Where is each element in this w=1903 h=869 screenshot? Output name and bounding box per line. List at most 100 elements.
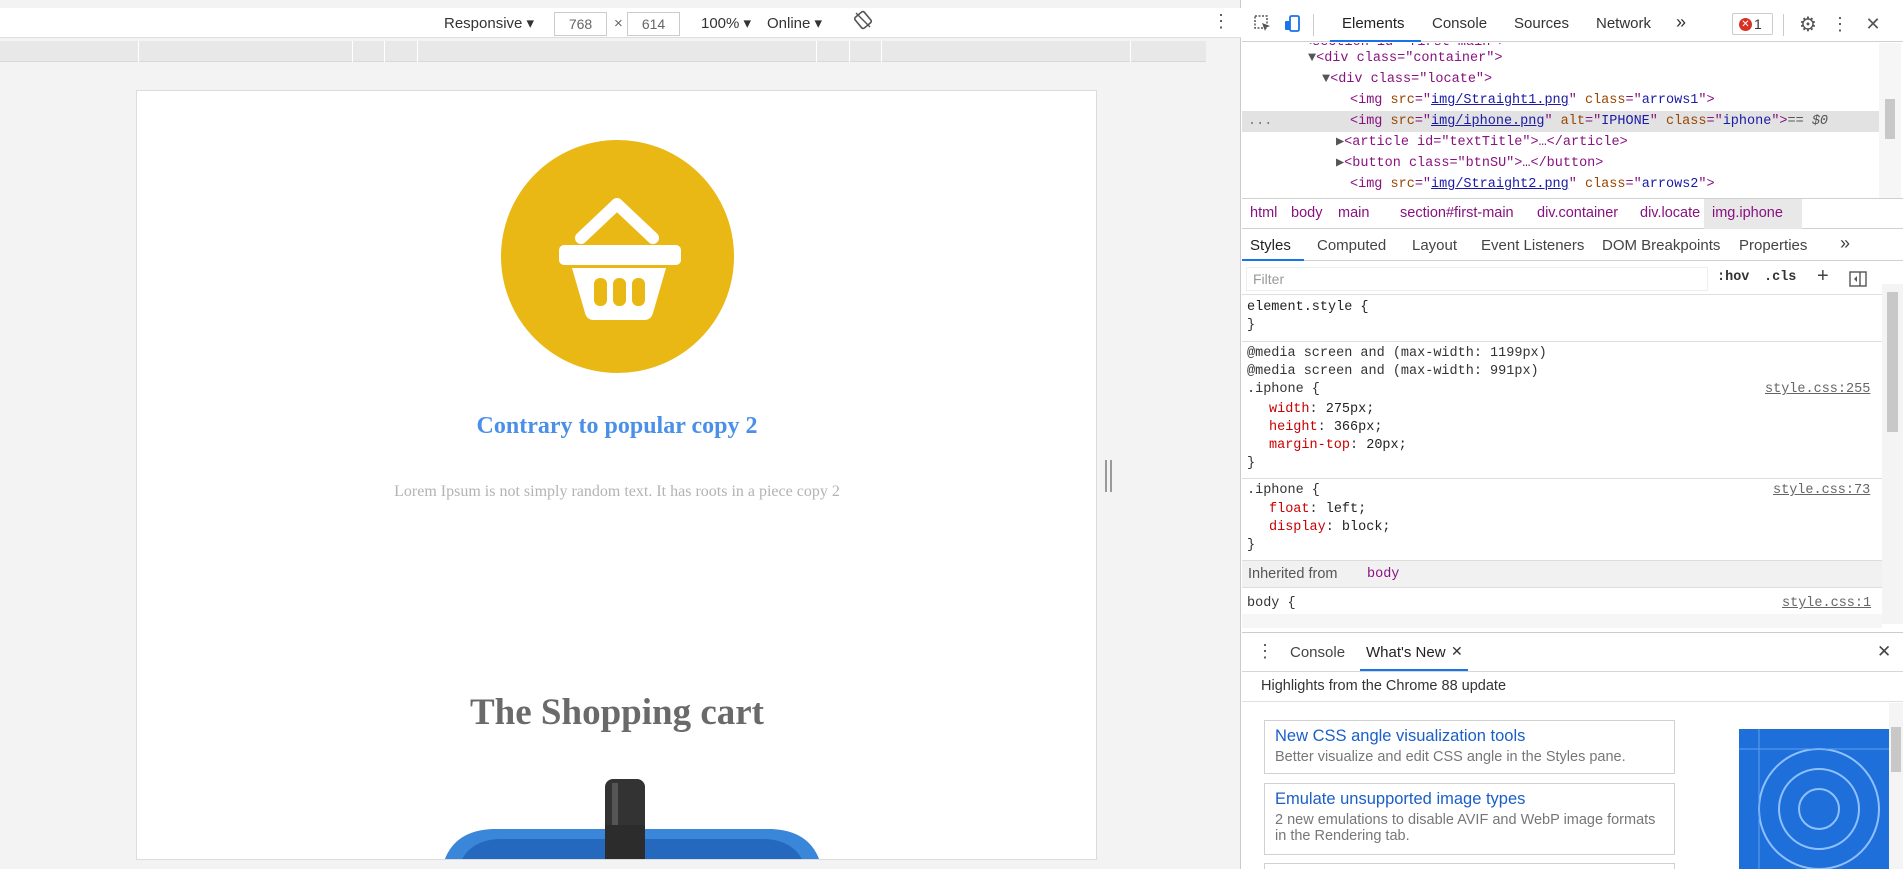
media-query-ruler[interactable] [0, 41, 1206, 62]
error-count: 1 [1754, 16, 1762, 32]
crumb-section[interactable]: section#first-main [1400, 205, 1514, 221]
devtools-tab-bar: Elements Console Sources Network » ✕ 1 ⚙… [1242, 8, 1903, 42]
basket-icon [559, 198, 681, 320]
card-next[interactable] [1264, 863, 1675, 869]
close-devtools-icon[interactable]: ✕ [1860, 11, 1886, 37]
cls-toggle[interactable]: .cls [1764, 270, 1796, 285]
drawer-tab-console[interactable]: Console [1290, 644, 1345, 661]
emulated-page-frame[interactable]: Contrary to popular copy 2 Lorem Ipsum i… [136, 90, 1097, 860]
dom-article-tag: <article id="textTitle">…</article> [1344, 135, 1628, 150]
crumb-body[interactable]: body [1291, 205, 1322, 221]
browser-window: Responsive ▾ 768 × 614 100% ▾ Online ▾ ⋮ [0, 0, 1903, 869]
whats-new-content: New CSS angle visualization tools Better… [1242, 703, 1903, 869]
rotate-icon[interactable] [853, 10, 873, 34]
tab-network[interactable]: Network [1596, 15, 1651, 32]
toggle-sidebar-icon[interactable] [1847, 268, 1869, 290]
hov-toggle[interactable]: :hov [1717, 270, 1749, 285]
new-style-rule-icon[interactable]: + [1817, 265, 1829, 288]
drawer-scrollbar[interactable] [1889, 703, 1903, 869]
iphone-src-link[interactable]: img/iphone.png [1431, 114, 1544, 129]
crumb-main[interactable]: main [1338, 205, 1369, 221]
width-input[interactable]: 768 [554, 12, 607, 36]
dom-line-arrows1[interactable]: <img src="img/Straight1.png" class="arro… [1350, 91, 1715, 111]
dom-line-button[interactable]: ▶<button class="btnSU">…</button> [1336, 154, 1603, 174]
rule1-source-link[interactable]: style.css:255 [1765, 381, 1870, 399]
inspect-element-icon[interactable] [1251, 12, 1275, 36]
rule1-selector[interactable]: .iphone { [1247, 381, 1320, 399]
styles-filter-input[interactable]: Filter [1246, 267, 1708, 291]
styles-horizontal-scrollbar[interactable] [1242, 614, 1882, 628]
rule1-prop-margin-top[interactable]: margin-top: 20px; [1269, 437, 1407, 455]
body-source-link[interactable]: style.css:1 [1782, 595, 1871, 613]
crumb-locate[interactable]: div.locate [1640, 205, 1700, 221]
crumb-container[interactable]: div.container [1537, 205, 1618, 221]
tab-console[interactable]: Console [1432, 15, 1487, 32]
height-input[interactable]: 614 [627, 12, 680, 36]
arrows1-src-link[interactable]: img/Straight1.png [1431, 93, 1569, 108]
dimension-separator: × [614, 15, 623, 32]
card-title: New CSS angle visualization tools [1275, 727, 1526, 745]
rule1-prop-height[interactable]: height: 366px; [1269, 419, 1382, 437]
section-title: The Shopping cart [469, 692, 764, 733]
rule2-prop-float[interactable]: float: left; [1269, 501, 1366, 519]
styles-scrollbar[interactable] [1882, 284, 1903, 624]
dom-line-container[interactable]: ▼<div class="container"> [1308, 49, 1502, 69]
device-toolbar: Responsive ▾ 768 × 614 100% ▾ Online ▾ ⋮ [0, 8, 1241, 38]
inherited-label: Inherited from [1248, 566, 1338, 582]
tab-event-listeners[interactable]: Event Listeners [1481, 237, 1584, 254]
more-options-icon[interactable]: ⋮ [1212, 11, 1230, 32]
card-css-angle[interactable]: New CSS angle visualization tools Better… [1264, 720, 1675, 774]
close-whats-new-icon[interactable]: ✕ [1451, 643, 1463, 660]
dom-ellipsis-icon[interactable]: ... [1248, 112, 1272, 132]
rule2-selector[interactable]: .iphone { [1247, 482, 1320, 500]
rule2-source-link[interactable]: style.css:73 [1773, 482, 1870, 500]
devtools-menu-icon[interactable]: ⋮ [1829, 11, 1851, 37]
dom-button-tag: <button class="btnSU">…</button> [1344, 156, 1604, 171]
device-toggle-icon[interactable] [1281, 12, 1305, 36]
tab-dom-breakpoints[interactable]: DOM Breakpoints [1602, 237, 1720, 254]
inherited-from-link[interactable]: body [1367, 567, 1399, 582]
element-style-rule[interactable]: element.style { [1247, 299, 1369, 317]
tab-sources[interactable]: Sources [1514, 15, 1569, 32]
dom-line-arrows2[interactable]: <img src="img/Straight2.png" class="arro… [1350, 175, 1715, 195]
dom-line-locate[interactable]: ▼<div class="locate"> [1322, 70, 1492, 90]
arrows2-src-link[interactable]: img/Straight2.png [1431, 177, 1569, 192]
dom-line-article[interactable]: ▶<article id="textTitle">…</article> [1336, 133, 1628, 153]
styles-filter-bar: Filter :hov .cls + [1242, 263, 1903, 295]
card-desc: Better visualize and edit CSS angle in t… [1275, 749, 1626, 765]
iphone-alt: IPHONE [1601, 114, 1650, 129]
tab-properties[interactable]: Properties [1739, 237, 1807, 254]
tab-elements[interactable]: Elements [1342, 15, 1405, 32]
styles-pane[interactable]: element.style { } @media screen and (max… [1242, 296, 1882, 614]
more-subtabs-icon[interactable]: » [1840, 233, 1850, 254]
resize-handle[interactable] [1105, 460, 1113, 492]
tab-styles[interactable]: Styles [1250, 237, 1291, 254]
rule1-prop-width[interactable]: width: 275px; [1269, 401, 1374, 419]
card-image-types[interactable]: Emulate unsupported image types 2 new em… [1264, 783, 1675, 855]
inherited-header: Inherited from body [1242, 560, 1882, 588]
close-drawer-icon[interactable]: ✕ [1877, 642, 1891, 662]
tab-layout[interactable]: Layout [1412, 237, 1457, 254]
network-throttle-select[interactable]: Online ▾ [767, 14, 822, 32]
device-mode-select[interactable]: Responsive ▾ [444, 14, 534, 32]
device-mode-label: Responsive [444, 15, 523, 32]
dom-line-iphone[interactable]: <img src="img/iphone.png" alt="IPHONE" c… [1350, 112, 1828, 132]
body-selector[interactable]: body { [1247, 595, 1296, 613]
element-style-close: } [1247, 318, 1256, 333]
dom-scrollbar[interactable] [1879, 43, 1901, 198]
zoom-select[interactable]: 100% ▾ [701, 14, 751, 32]
card-desc: 2 new emulations to disable AVIF and Web… [1275, 812, 1656, 844]
drawer-tab-whats-new[interactable]: What's New [1366, 644, 1446, 661]
tab-computed[interactable]: Computed [1317, 237, 1386, 254]
rule2-prop-display[interactable]: display: block; [1269, 519, 1391, 537]
zoom-label: 100% [701, 15, 740, 32]
error-count-badge[interactable]: ✕ 1 [1732, 13, 1773, 35]
breadcrumb: html body main section#first-main div.co… [1242, 198, 1903, 229]
drawer-menu-icon[interactable]: ⋮ [1256, 641, 1274, 662]
settings-gear-icon[interactable]: ⚙ [1795, 11, 1821, 37]
crumb-iphone[interactable]: img.iphone [1712, 205, 1783, 221]
more-tabs-icon[interactable]: » [1676, 12, 1686, 33]
crumb-html[interactable]: html [1250, 205, 1277, 221]
styles-subtab-bar: Styles Computed Layout Event Listeners D… [1242, 229, 1903, 261]
dom-tree[interactable]: <section id="first-main"> ▼<div class="c… [1242, 43, 1903, 198]
